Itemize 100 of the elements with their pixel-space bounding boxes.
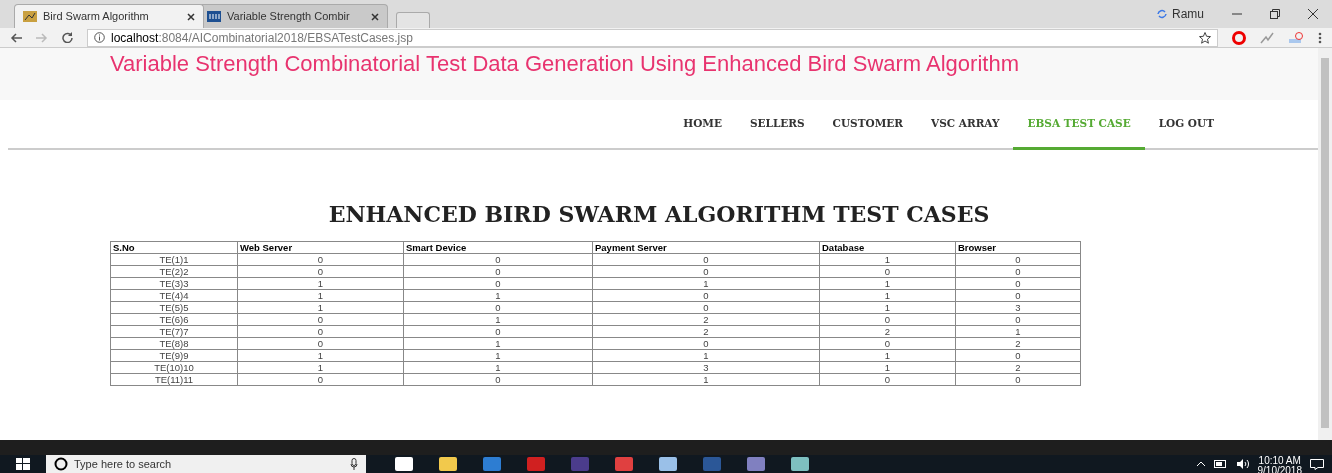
column-header: Web Server — [237, 241, 404, 254]
browser-tab[interactable]: Bird Swarm Algorithm — [14, 4, 204, 28]
table-cell: 0 — [819, 265, 956, 278]
page-heading: ENHANCED BIRD SWARM ALGORITHM TEST CASES — [327, 200, 991, 229]
table-cell: 0 — [237, 373, 404, 386]
nav-link[interactable]: CUSTOMER — [818, 100, 917, 150]
column-header: Payment Server — [592, 241, 820, 254]
table-cell: 1 — [403, 337, 593, 350]
table-cell: 0 — [819, 373, 956, 386]
table-cell: 0 — [237, 253, 404, 266]
chart-icon — [23, 11, 37, 22]
table-cell: TE(8)8 — [110, 337, 238, 350]
table-cell: 0 — [955, 265, 1081, 278]
table-cell: 0 — [592, 253, 820, 266]
table-cell: 1 — [237, 349, 404, 362]
trend-icon[interactable] — [1260, 31, 1274, 44]
restore-icon[interactable] — [1270, 9, 1280, 19]
forward-icon[interactable] — [36, 32, 48, 43]
back-icon[interactable] — [10, 32, 22, 43]
column-header: Smart Device — [403, 241, 593, 254]
notification-icon[interactable] — [1310, 458, 1324, 470]
circle-icon — [54, 457, 68, 471]
table-cell: TE(7)7 — [110, 325, 238, 338]
nav-link[interactable]: VSC ARRAY — [917, 100, 1014, 150]
profile-name[interactable]: Ramu — [1172, 5, 1204, 23]
windows-icon[interactable] — [16, 458, 30, 470]
column-header: Browser — [955, 241, 1081, 254]
placeholder-text: Type here to search — [74, 456, 172, 472]
table-cell: TE(2)2 — [110, 265, 238, 278]
star-icon[interactable] — [1199, 31, 1211, 44]
reload-icon[interactable] — [62, 32, 73, 43]
info-icon — [94, 32, 105, 43]
new-tab-button[interactable] — [396, 12, 430, 28]
table-cell: 0 — [403, 265, 593, 278]
address-bar[interactable]: localhost:8084/AICombinatorial2018/EBSATestCases.jsp — [87, 28, 1218, 47]
table-cell: 0 — [819, 337, 956, 350]
table-cell: 0 — [955, 253, 1081, 266]
table-cell: 3 — [955, 301, 1081, 314]
close-icon[interactable] — [187, 12, 195, 21]
table-cell: TE(3)3 — [110, 277, 238, 290]
table-cell: 1 — [237, 301, 404, 314]
table-cell: 0 — [592, 337, 820, 350]
table-cell: 0 — [403, 253, 593, 266]
table-cell: 1 — [819, 289, 956, 302]
table-cell: 1 — [819, 301, 956, 314]
taskbar-search-field[interactable]: Type here to search — [46, 455, 366, 473]
table-cell: 0 — [403, 301, 593, 314]
table-cell: 1 — [592, 373, 820, 386]
battery-icon[interactable] — [1213, 460, 1228, 468]
ring-icon[interactable] — [1232, 30, 1246, 45]
table-cell: 0 — [592, 265, 820, 278]
table-cell: 1 — [403, 313, 593, 326]
table-cell: 0 — [403, 373, 593, 386]
table-cell: 2 — [819, 325, 956, 338]
table-cell: 1 — [592, 277, 820, 290]
table-cell: 0 — [819, 313, 956, 326]
sync-icon — [1156, 9, 1168, 19]
chevron-up-icon[interactable] — [1195, 461, 1206, 467]
table-cell: 3 — [592, 361, 820, 374]
table-cell: 0 — [955, 373, 1081, 386]
table-cell: 0 — [403, 277, 593, 290]
table-cell: 2 — [592, 325, 820, 338]
table-cell: 0 — [955, 313, 1081, 326]
table-cell: 1 — [819, 349, 956, 362]
table-cell: TE(4)4 — [110, 289, 238, 302]
table-cell: 1 — [819, 361, 956, 374]
table-cell: 0 — [955, 277, 1081, 290]
table-cell: 1 — [592, 349, 820, 362]
table-cell: 1 — [237, 361, 404, 374]
more-icon[interactable] — [1318, 31, 1322, 44]
table-cell: TE(6)6 — [110, 313, 238, 326]
table-cell: TE(9)9 — [110, 349, 238, 362]
table-cell: 2 — [592, 313, 820, 326]
speaker-icon[interactable] — [1235, 459, 1250, 469]
table-cell: 1 — [237, 289, 404, 302]
table-cell: 2 — [955, 361, 1081, 374]
table-cell: 1 — [819, 253, 956, 266]
table-cell: 0 — [237, 313, 404, 326]
microphone-icon[interactable] — [350, 458, 358, 470]
table-cell: TE(10)10 — [110, 361, 238, 374]
clock-time: 10:10 AM — [1258, 456, 1301, 466]
table-cell: TE(1)1 — [110, 253, 238, 266]
table-cell: 0 — [955, 289, 1081, 302]
table-cell: TE(5)5 — [110, 301, 238, 314]
table-cell: 1 — [819, 277, 956, 290]
grid-icon — [207, 11, 221, 22]
close-icon[interactable] — [1308, 9, 1318, 19]
column-header: Database — [819, 241, 956, 254]
nav-link[interactable]: HOME — [669, 100, 736, 150]
extension-icon[interactable] — [1288, 31, 1304, 44]
scrollbar-thumb[interactable] — [1321, 58, 1329, 428]
table-cell: 0 — [237, 265, 404, 278]
table-cell: 1 — [403, 289, 593, 302]
table-cell: 1 — [403, 361, 593, 374]
table-cell: 0 — [403, 325, 593, 338]
nav-link[interactable]: LOG OUT — [1144, 100, 1228, 150]
table-cell: TE(11)11 — [110, 373, 238, 386]
site-title: Variable Strength Combinatorial Test Data Generation Using Enhanced Bird Swarm Algorithm — [110, 54, 1020, 74]
close-icon[interactable] — [371, 12, 379, 21]
nav-link[interactable]: SELLERS — [735, 100, 819, 150]
